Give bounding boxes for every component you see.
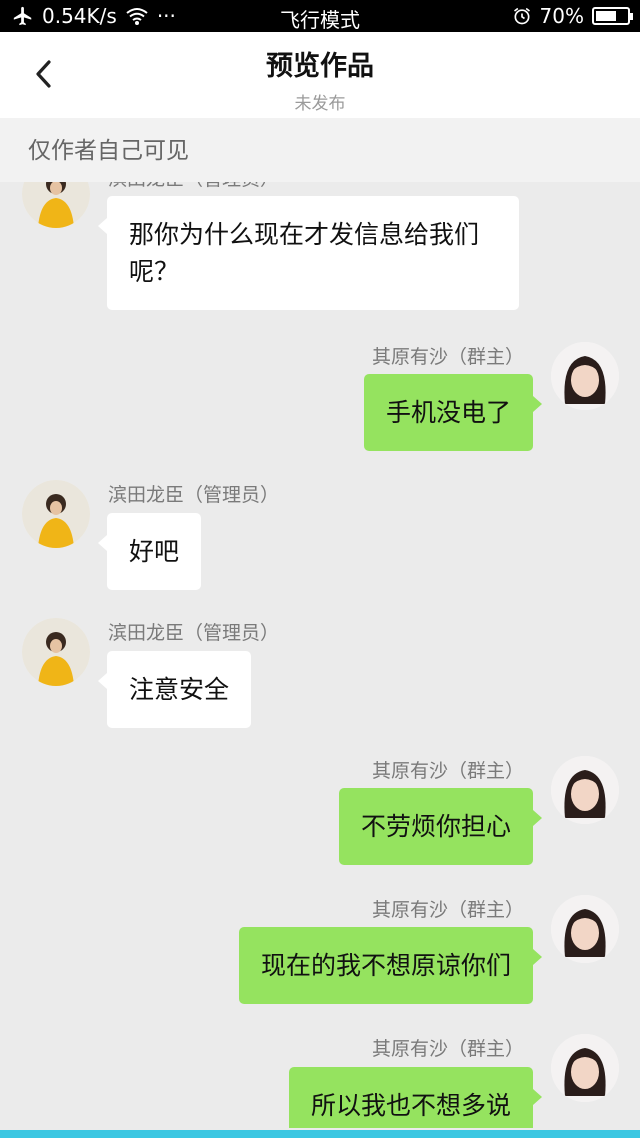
message-bubble[interactable]: 那你为什么现在才发信息给我们呢？ — [98, 196, 519, 310]
message-text: 好吧 — [129, 537, 180, 566]
yellow-jacket-avatar — [22, 480, 90, 548]
girl-avatar — [551, 342, 619, 410]
yellow-jacket-avatar — [22, 182, 90, 228]
message-text: 不劳烦你担心 — [360, 812, 511, 841]
sender-name: 滨田龙臣（管理员） — [108, 484, 280, 506]
message-bubble[interactable]: 注意安全 — [97, 651, 252, 728]
message-text: 手机没电了 — [385, 398, 511, 427]
sender-name: 其原有沙（群主） — [371, 1038, 524, 1060]
sender-name: 其原有沙（群主） — [371, 899, 524, 921]
girl-avatar — [551, 1034, 619, 1102]
battery-fill — [596, 11, 617, 21]
back-button[interactable] — [24, 52, 64, 96]
status-bar: 0.54K/s ··· 飞行模式 70% — [0, 0, 640, 32]
girl-avatar — [551, 756, 619, 824]
page-title: 预览作品 — [266, 51, 374, 82]
message-text: 现在的我不想原谅你们 — [260, 951, 511, 980]
sender-name: 其原有沙（群主） — [371, 760, 524, 782]
message-bubble[interactable]: 现在的我不想原谅你们 — [238, 927, 543, 1004]
chevron-left-icon — [36, 60, 51, 88]
chat-area[interactable]: 滨田龙臣（管理员） 那你为什么现在才发信息给我们呢？ 其原有沙（群主） 手机没电… — [0, 182, 640, 1128]
message-bubble[interactable]: 好吧 — [97, 513, 202, 590]
alarm-icon — [513, 7, 530, 25]
sender-name: 滨田龙臣（管理员） — [108, 182, 279, 191]
message-bubble[interactable]: 不劳烦你担心 — [338, 788, 543, 865]
message-text: 所以我也不想多说 — [310, 1091, 511, 1120]
sender-avatar[interactable] — [551, 756, 619, 824]
sender-avatar[interactable] — [551, 342, 619, 410]
sender-avatar[interactable] — [22, 182, 90, 228]
message-bubble[interactable]: 所以我也不想多说 — [288, 1067, 543, 1128]
message-text: 那你为什么现在才发信息给我们呢？ — [129, 220, 480, 286]
sender-avatar[interactable] — [22, 618, 90, 686]
girl-avatar — [551, 895, 619, 963]
message-text: 注意安全 — [129, 675, 230, 704]
sender-name: 其原有沙（群主） — [371, 346, 524, 368]
battery-icon — [592, 7, 633, 25]
sender-avatar[interactable] — [551, 895, 619, 963]
sender-avatar[interactable] — [22, 480, 90, 548]
header: 预览作品 未发布 — [0, 32, 640, 118]
yellow-jacket-avatar — [22, 618, 90, 686]
sender-name: 滨田龙臣（管理员） — [108, 622, 280, 644]
battery-percent: 70% — [539, 4, 584, 28]
sender-avatar[interactable] — [551, 1034, 619, 1102]
bottom-accent-bar — [0, 1130, 640, 1138]
visibility-notice: 仅作者自己可见 — [0, 118, 640, 182]
message-bubble[interactable]: 手机没电了 — [363, 374, 543, 451]
page-subtitle: 未发布 — [294, 94, 346, 114]
